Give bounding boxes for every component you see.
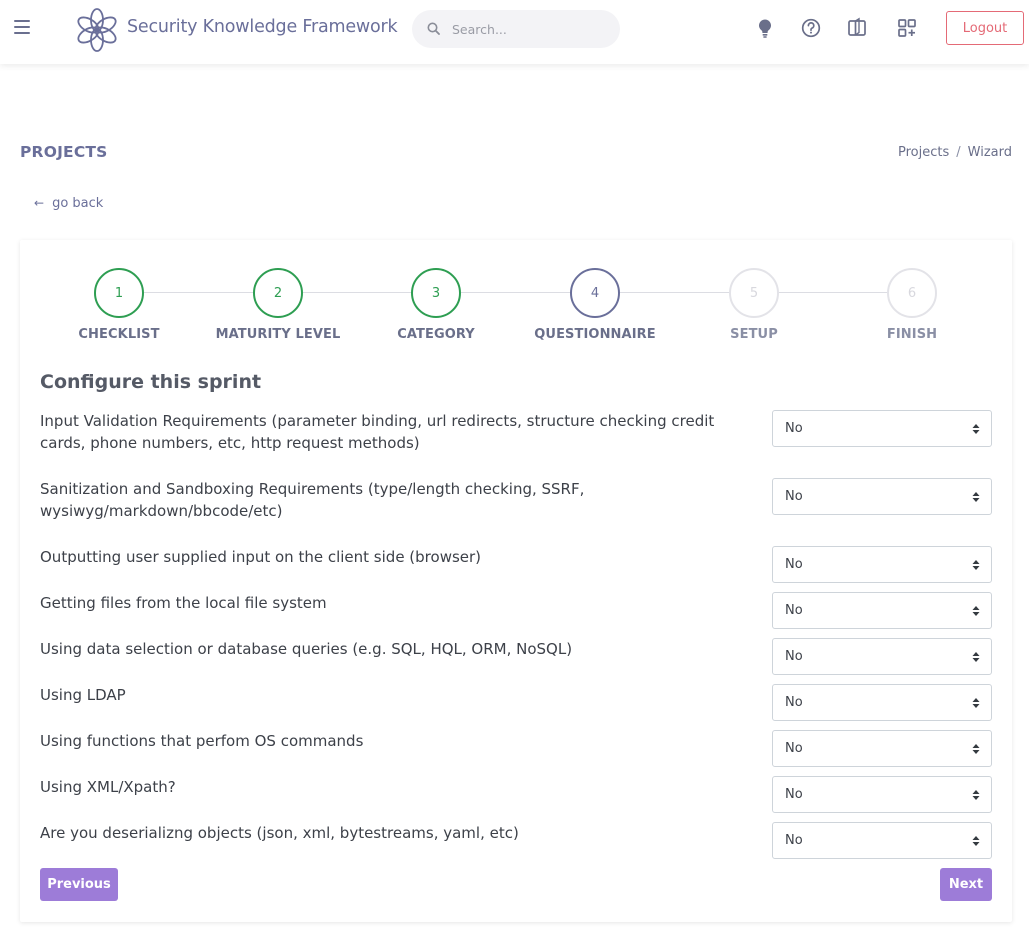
wizard-card: 1 CHECKLIST 2 MATURITY LEVEL 3 CATEGORY … bbox=[20, 240, 1012, 922]
layout-icon[interactable] bbox=[846, 17, 868, 39]
step-label: SETUP bbox=[730, 327, 778, 342]
question-row: Are you deserializng objects (json, xml,… bbox=[40, 822, 992, 859]
step-maturity-level[interactable]: 2 MATURITY LEVEL bbox=[198, 268, 358, 342]
sort-caret-icon bbox=[972, 606, 980, 616]
step-setup[interactable]: 5 SETUP bbox=[674, 268, 834, 342]
select-value: No bbox=[785, 489, 803, 504]
breadcrumb-projects[interactable]: Projects bbox=[898, 145, 949, 160]
question-row: Sanitization and Sandboxing Requirements… bbox=[40, 478, 992, 522]
top-navbar: Security Knowledge Framework Logout bbox=[0, 0, 1029, 64]
question-row: Getting files from the local file system… bbox=[40, 592, 992, 629]
step-label: CATEGORY bbox=[397, 327, 475, 342]
lightbulb-icon[interactable] bbox=[754, 17, 776, 39]
search-input[interactable] bbox=[452, 19, 602, 39]
sort-caret-icon bbox=[972, 790, 980, 800]
question-text: Using data selection or database queries… bbox=[40, 640, 573, 658]
step-number: 6 bbox=[887, 268, 937, 318]
question-select[interactable]: No bbox=[772, 638, 992, 675]
menu-icon[interactable] bbox=[14, 20, 30, 36]
question-select[interactable]: No bbox=[772, 546, 992, 583]
sort-caret-icon bbox=[972, 744, 980, 754]
apps-add-icon[interactable] bbox=[896, 17, 918, 39]
question-text: Using LDAP bbox=[40, 686, 126, 704]
sort-caret-icon bbox=[972, 424, 980, 434]
step-category[interactable]: 3 CATEGORY bbox=[356, 268, 516, 342]
step-label: FINISH bbox=[886, 327, 938, 342]
breadcrumb-separator: / bbox=[956, 145, 961, 160]
question-select[interactable]: No bbox=[772, 478, 992, 515]
question-text: Are you deserializng objects (json, xml,… bbox=[40, 824, 519, 842]
select-value: No bbox=[785, 833, 803, 848]
question-text: Sanitization and Sandboxing Requirements… bbox=[40, 480, 585, 520]
sort-caret-icon bbox=[972, 652, 980, 662]
question-text: Using XML/Xpath? bbox=[40, 778, 176, 796]
search-icon bbox=[427, 22, 440, 35]
step-label: QUESTIONNAIRE bbox=[534, 327, 656, 342]
question-select[interactable]: No bbox=[772, 822, 992, 859]
question-select[interactable]: No bbox=[772, 730, 992, 767]
select-value: No bbox=[785, 421, 803, 436]
sort-caret-icon bbox=[972, 560, 980, 570]
step-label: MATURITY LEVEL bbox=[215, 327, 341, 342]
step-questionnaire[interactable]: 4 QUESTIONNAIRE bbox=[515, 268, 675, 342]
previous-button[interactable]: Previous bbox=[40, 868, 118, 901]
select-value: No bbox=[785, 603, 803, 618]
question-select[interactable]: No bbox=[772, 410, 992, 447]
go-back-label: go back bbox=[52, 196, 104, 211]
page-title: PROJECTS bbox=[20, 143, 108, 161]
breadcrumb: Projects / Wizard bbox=[898, 145, 1012, 160]
question-select[interactable]: No bbox=[772, 592, 992, 629]
question-select[interactable]: No bbox=[772, 776, 992, 813]
brand-name[interactable]: Security Knowledge Framework bbox=[127, 17, 398, 37]
question-row: Using functions that perfom OS commands … bbox=[40, 730, 992, 767]
question-text: Input Validation Requirements (parameter… bbox=[40, 412, 715, 452]
logout-button[interactable]: Logout bbox=[946, 11, 1024, 45]
question-text: Getting files from the local file system bbox=[40, 594, 327, 612]
question-text: Outputting user supplied input on the cl… bbox=[40, 548, 482, 566]
step-checklist[interactable]: 1 CHECKLIST bbox=[39, 268, 199, 342]
select-value: No bbox=[785, 787, 803, 802]
step-finish[interactable]: 6 FINISH bbox=[832, 268, 992, 342]
arrow-left-icon: ← bbox=[34, 196, 45, 210]
question-row: Using data selection or database queries… bbox=[40, 638, 992, 675]
skf-logo[interactable] bbox=[76, 6, 118, 54]
step-number: 4 bbox=[570, 268, 620, 318]
step-number: 1 bbox=[94, 268, 144, 318]
select-value: No bbox=[785, 695, 803, 710]
question-row: Outputting user supplied input on the cl… bbox=[40, 546, 992, 583]
breadcrumb-wizard: Wizard bbox=[967, 145, 1012, 160]
question-text: Using functions that perfom OS commands bbox=[40, 732, 364, 750]
help-icon[interactable] bbox=[800, 17, 822, 39]
step-number: 2 bbox=[253, 268, 303, 318]
go-back-link[interactable]: ← go back bbox=[34, 196, 103, 211]
step-label: CHECKLIST bbox=[78, 327, 160, 342]
search-box[interactable] bbox=[412, 10, 620, 48]
question-row: Input Validation Requirements (parameter… bbox=[40, 410, 992, 454]
sort-caret-icon bbox=[972, 698, 980, 708]
question-select[interactable]: No bbox=[772, 684, 992, 721]
question-row: Using LDAP No bbox=[40, 684, 992, 721]
select-value: No bbox=[785, 741, 803, 756]
sort-caret-icon bbox=[972, 492, 980, 502]
select-value: No bbox=[785, 649, 803, 664]
question-row: Using XML/Xpath? No bbox=[40, 776, 992, 813]
step-number: 5 bbox=[729, 268, 779, 318]
section-title: Configure this sprint bbox=[40, 371, 262, 393]
select-value: No bbox=[785, 557, 803, 572]
sort-caret-icon bbox=[972, 836, 980, 846]
next-button[interactable]: Next bbox=[940, 868, 992, 901]
step-number: 3 bbox=[411, 268, 461, 318]
